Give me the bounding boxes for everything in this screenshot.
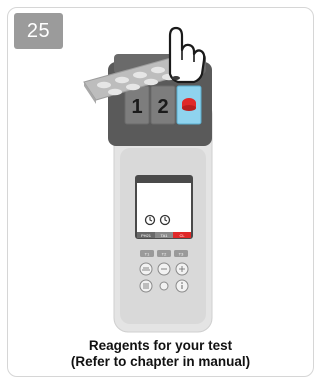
display-tab-2: TA1: [160, 233, 168, 238]
hand-pointing-icon: [168, 26, 206, 84]
step-number-badge: 25: [14, 13, 63, 49]
softkey-label-2: T2: [162, 252, 167, 257]
display-screen: [135, 175, 193, 239]
device-buttons: [139, 262, 189, 276]
softkey-label-1: T1: [145, 252, 150, 257]
device-illustration: 1 2 PH21 TA1 CL T1 T2 T3: [83, 26, 213, 333]
instruction-caption: Reagents for your test (Refer to chapter…: [0, 338, 321, 370]
vial-label-1: 1: [131, 96, 142, 118]
softkey-label-3: T3: [179, 252, 184, 257]
light-icon: [159, 281, 169, 291]
info-icon: [175, 279, 189, 293]
display-tab-1: PH21: [141, 233, 152, 238]
display-tab-3: CL: [179, 233, 185, 238]
caption-line-1: Reagents for your test: [88, 338, 233, 353]
caption-line-2: (Refer to chapter in manual): [70, 354, 251, 369]
vial-label-2: 2: [157, 96, 168, 118]
menu-icon: [139, 279, 153, 293]
